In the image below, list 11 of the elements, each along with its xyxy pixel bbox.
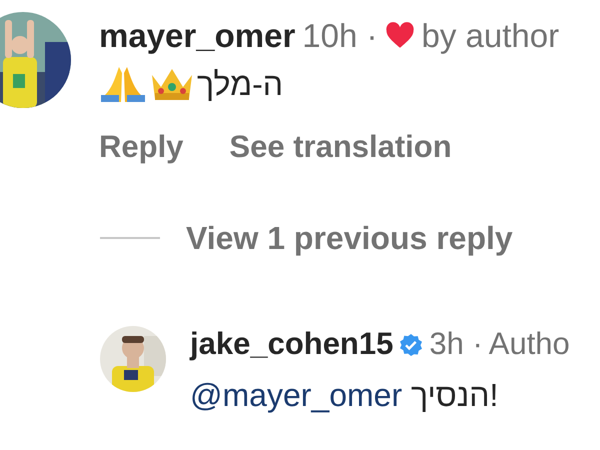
comment-text: ה-מלך [197,64,284,104]
praying-hands-icon [99,64,147,103]
liked-label: by author [422,16,560,56]
timestamp: 10h · [302,16,378,56]
action-link[interactable]: See translation [229,124,452,170]
username: jake_cohen15 [190,325,394,364]
username: mayer_omer [99,16,296,56]
action-link[interactable]: Reply [99,124,184,170]
timestamp: 3h · [429,325,483,364]
author-label: Autho [488,325,570,364]
view-replies-link[interactable]: View 1 previous reply [186,214,513,262]
